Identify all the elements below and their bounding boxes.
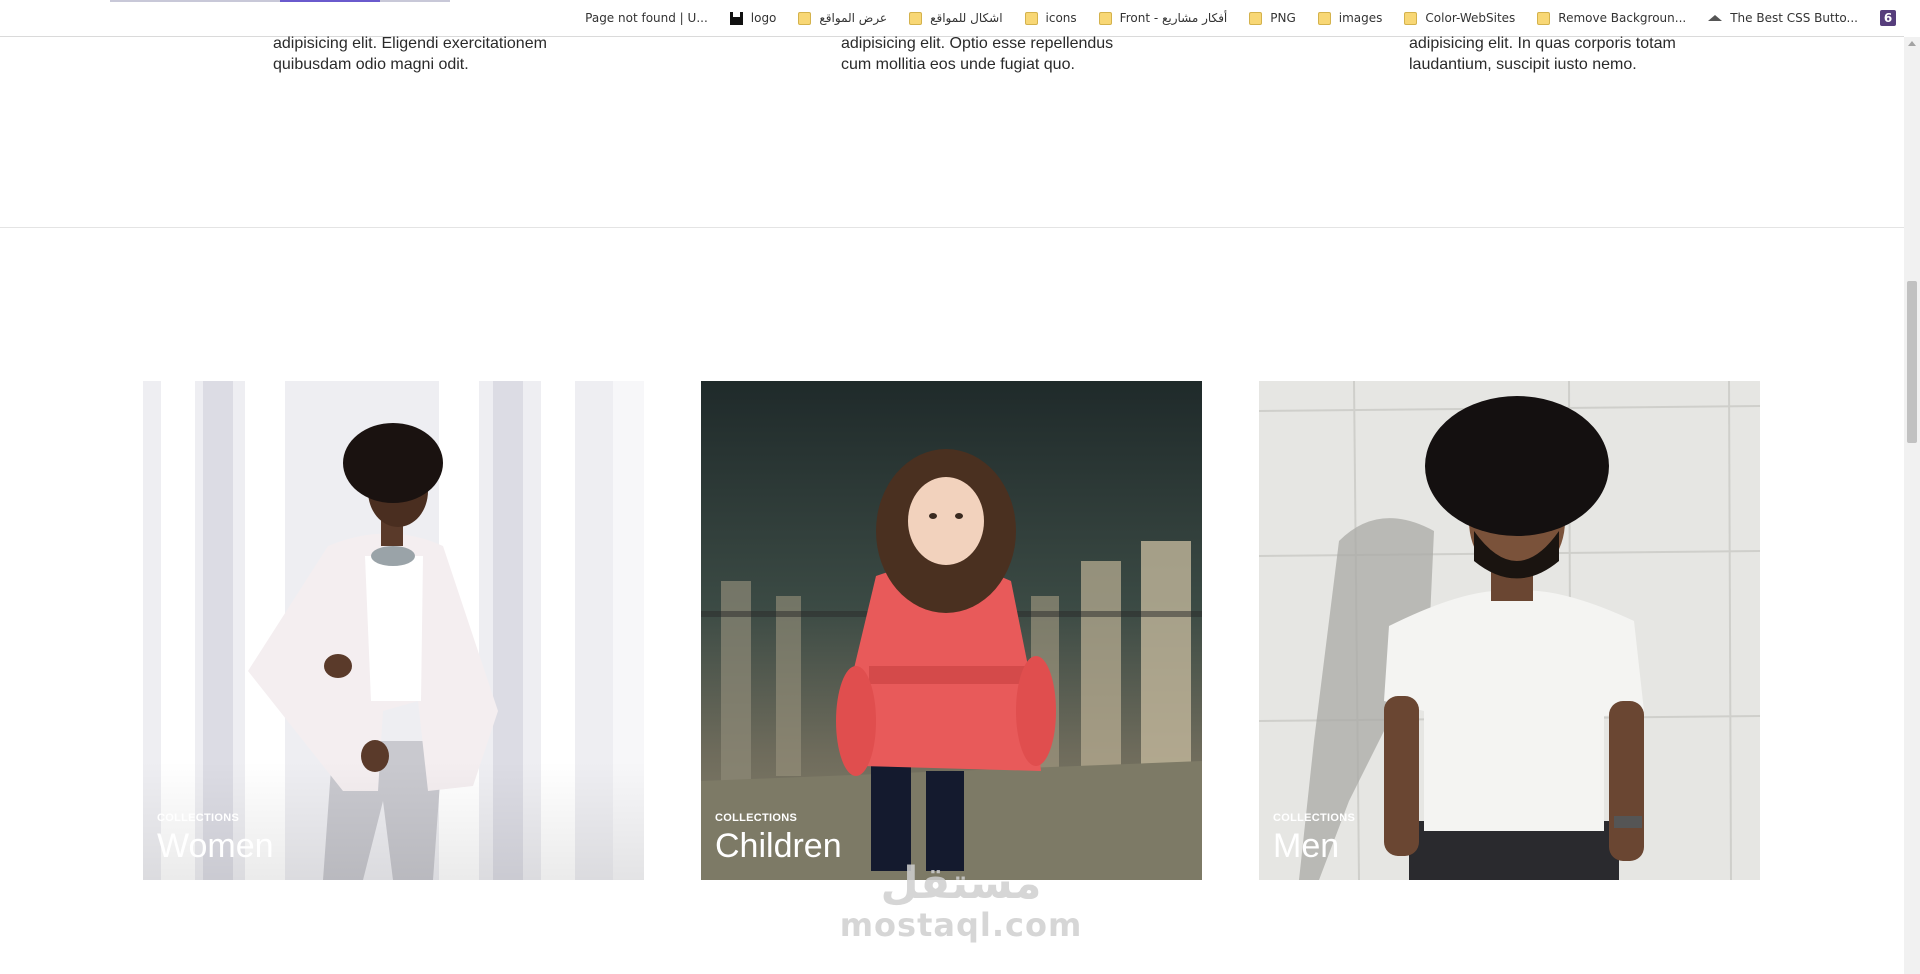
bookmark-label: Page not found | U...	[585, 11, 708, 25]
card-kicker: COLLECTIONS	[1273, 812, 1356, 824]
layers-icon	[1708, 15, 1723, 21]
folder-icon	[1249, 11, 1263, 25]
scroll-up-arrow-icon[interactable]	[1908, 41, 1916, 46]
feature-text-line: quibusdam odio magni odit.	[273, 56, 469, 73]
bookmark-label: Front - أفكار مشاريع	[1119, 11, 1228, 25]
bookmark-label: images	[1338, 11, 1383, 25]
folder-icon	[1537, 11, 1551, 25]
folder-icon	[1098, 11, 1112, 25]
card-caption: COLLECTIONS Men	[1273, 812, 1355, 864]
folder-icon	[909, 11, 923, 25]
feature-column-2: adipisicing elit. Optio esse repellendus…	[841, 33, 1141, 75]
children-collection-photo	[701, 381, 1202, 880]
bookmark-best-css-buttons[interactable]: The Best CSS Butto...	[1708, 11, 1858, 25]
bookmark-logo[interactable]: logo	[729, 10, 777, 25]
folder-icon	[1404, 11, 1418, 25]
scroll-thumb[interactable]	[1907, 281, 1917, 443]
watermark-arabic: مستقل	[880, 858, 1042, 909]
mostaql-watermark: مستقل mostaql.com	[836, 858, 1086, 944]
bookmark-folder-site-display[interactable]: عرض المواقع	[798, 11, 887, 25]
bootstrap-icon: 6	[1880, 10, 1896, 26]
collection-card-women[interactable]: COLLECTIONS Women	[143, 381, 644, 880]
bookmark-label: PNG	[1270, 11, 1296, 25]
bookmark-folder-icons[interactable]: icons	[1024, 11, 1077, 25]
bookmark-label: عرض المواقع	[819, 11, 888, 25]
bookmark-label: icons	[1045, 11, 1077, 25]
women-collection-photo	[143, 381, 644, 880]
card-title: Women	[157, 827, 274, 865]
logo-favicon-icon	[729, 10, 743, 25]
bookmark-remove-background[interactable]: Remove Backgroun...	[1537, 11, 1686, 25]
bookmark-folder-site-shapes[interactable]: اشكال للمواقع	[909, 11, 1003, 25]
feature-text-line: adipisicing elit. In quas corporis totam	[1409, 35, 1676, 52]
bookmark-page-not-found[interactable]: Page not found | U...	[585, 11, 708, 25]
feature-text-line: adipisicing elit. Optio esse repellendus	[841, 35, 1114, 52]
collection-card-men[interactable]: COLLECTIONS Men	[1259, 381, 1760, 880]
card-kicker: COLLECTIONS	[157, 812, 240, 824]
feature-text-line: adipisicing elit. Eligendi exercitatione…	[273, 35, 547, 52]
bookmark-label: Color-WebSites	[1425, 11, 1516, 25]
feature-column-3: adipisicing elit. In quas corporis totam…	[1409, 33, 1709, 75]
bookmark-label: logo	[750, 11, 777, 25]
bookmark-label: Remove Backgroun...	[1558, 11, 1687, 25]
tab-strip	[110, 0, 450, 2]
card-caption: COLLECTIONS Women	[157, 812, 274, 864]
feature-text-line: laudantium, suscipit iusto nemo.	[1409, 56, 1637, 73]
bookmark-bootstrap[interactable]: 6	[1880, 10, 1896, 26]
feature-column-1: adipisicing elit. Eligendi exercitatione…	[273, 33, 573, 75]
bookmark-label: اشكال للمواقع	[930, 11, 1003, 25]
bookmark-label: The Best CSS Butto...	[1730, 11, 1858, 25]
folder-icon	[1024, 11, 1038, 25]
bookmark-folder-front-ideas[interactable]: Front - أفكار مشاريع	[1098, 11, 1228, 25]
watermark-latin: mostaql.com	[839, 906, 1083, 944]
bookmark-folder-color-websites[interactable]: Color-WebSites	[1404, 11, 1515, 25]
feature-text-line: cum mollitia eos unde fugiat quo.	[841, 56, 1075, 73]
bookmark-folder-images[interactable]: images	[1317, 11, 1383, 25]
bookmarks-bar: Page not found | U... logo عرض المواقع ا…	[0, 0, 1904, 37]
folder-icon	[1317, 11, 1331, 25]
section-divider	[0, 227, 1904, 228]
page-scrollbar[interactable]	[1904, 37, 1920, 974]
men-collection-photo	[1259, 381, 1760, 880]
card-title: Men	[1273, 827, 1340, 865]
card-title: Children	[715, 827, 842, 865]
collection-card-children[interactable]: COLLECTIONS Children	[701, 381, 1202, 880]
card-kicker: COLLECTIONS	[715, 812, 798, 824]
folder-icon	[798, 11, 812, 25]
card-caption: COLLECTIONS Children	[715, 812, 842, 864]
bookmark-folder-png[interactable]: PNG	[1249, 11, 1296, 25]
